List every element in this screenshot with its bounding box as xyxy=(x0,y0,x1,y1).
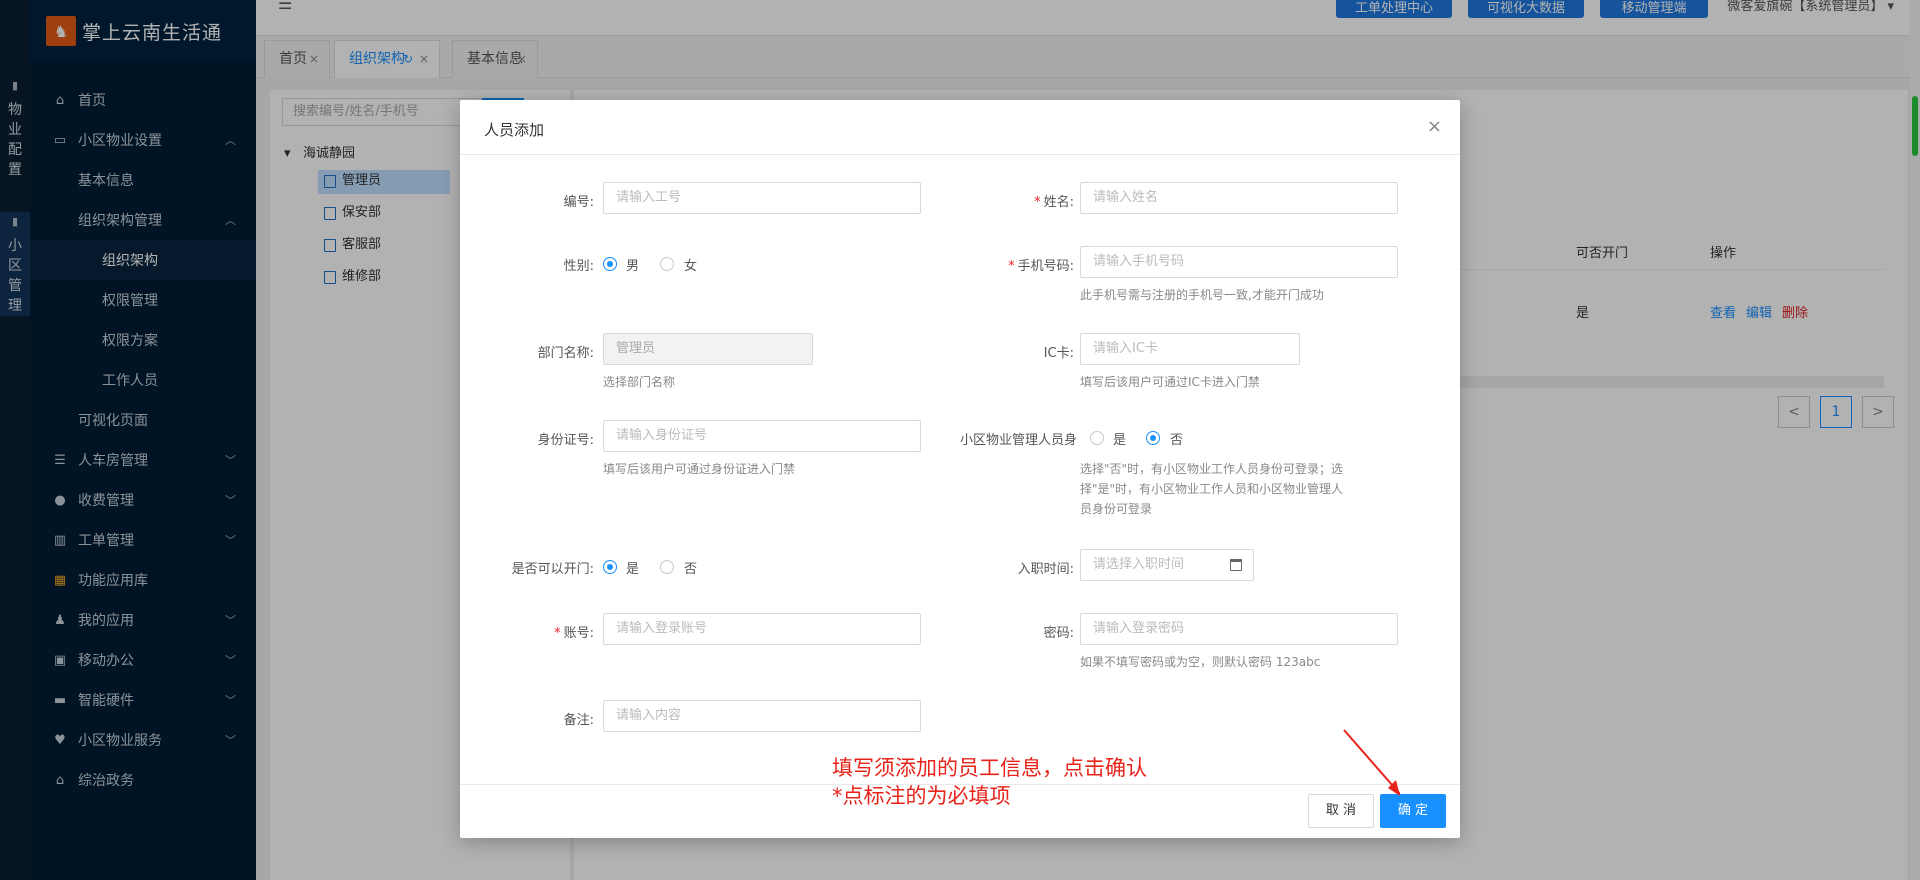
id-label: 编号: xyxy=(564,191,594,210)
gender-label: 性别: xyxy=(563,259,594,274)
add-person-dialog: 人员添加 × 编号: 请输入工号 * 姓名: 请输入姓名 性别: 男 女 * 手机号… xyxy=(460,100,1460,838)
ic-card-label: IC卡: xyxy=(1043,346,1074,361)
label-text: 账号: xyxy=(563,626,594,641)
manager-hint: 选择"否"时，有小区物业工作人员身份可登录；选 择"是"时，有小区物业工作人员和… xyxy=(1080,459,1410,519)
name-label: * 姓名: xyxy=(1034,191,1074,210)
label-text: 手机号码: xyxy=(1017,259,1074,274)
annotation-line: 填写须添加的员工信息，点击确认 xyxy=(832,756,1147,780)
radio-label: 否 xyxy=(684,562,698,577)
phone-label: * 手机号码: xyxy=(1008,255,1074,274)
close-icon[interactable]: × xyxy=(1427,116,1442,137)
hint-line: 择"是"时，有小区物业工作人员和小区物业管理人 xyxy=(1080,482,1344,496)
cancel-button[interactable]: 取 消 xyxy=(1308,794,1374,828)
hint-line: 选择"否"时，有小区物业工作人员身份可登录；选 xyxy=(1080,462,1344,476)
required-mark: * xyxy=(554,626,561,641)
ic-card-hint: 填写后该用户可通过IC卡进入门禁 xyxy=(1080,375,1260,389)
ic-card-input[interactable]: 请输入IC卡 xyxy=(1080,333,1300,365)
calendar-icon xyxy=(1230,559,1242,571)
gender-female-radio[interactable] xyxy=(660,257,674,271)
label-text: 编号: xyxy=(563,195,594,210)
id-card-input[interactable]: 请输入身份证号 xyxy=(603,420,921,452)
remark-label: 备注: xyxy=(563,713,594,728)
dialog-title: 人员添加 xyxy=(484,121,545,139)
name-input[interactable]: 请输入姓名 xyxy=(1080,182,1398,214)
password-label: 密码: xyxy=(1043,626,1074,641)
can-open-yes-radio[interactable] xyxy=(603,560,617,574)
required-mark: * xyxy=(1008,259,1015,274)
confirm-button[interactable]: 确 定 xyxy=(1380,794,1446,828)
password-input[interactable]: 请输入登录密码 xyxy=(1080,613,1398,645)
account-label: * 账号: xyxy=(554,622,594,641)
hire-date-picker[interactable]: 请选择入职时间 xyxy=(1080,549,1254,581)
dialog-header: 人员添加 × xyxy=(460,100,1460,155)
required-mark: * xyxy=(1034,195,1041,210)
radio-label: 否 xyxy=(1170,433,1184,448)
tutorial-annotation: 填写须添加的员工信息，点击确认 *点标注的为必填项 xyxy=(832,754,1147,810)
can-open-no-radio[interactable] xyxy=(660,560,674,574)
hire-date-label: 入职时间: xyxy=(1017,562,1074,577)
label-text: 姓名: xyxy=(1043,195,1074,210)
manager-identity-label: 小区物业管理人员身 xyxy=(960,433,1078,448)
placeholder-text: 请选择入职时间 xyxy=(1093,557,1185,572)
app-root: ▮ 物 业 配 置 ▮ 小 区 管 理 ♞ 掌上云南生活通 ⌂ 首页 ▭ 小区物业设… xyxy=(0,0,1920,880)
password-hint: 如果不填写密码或为空，则默认密码 123abc xyxy=(1080,655,1321,669)
dept-hint: 选择部门名称 xyxy=(603,375,676,389)
account-input[interactable]: 请输入登录账号 xyxy=(603,613,921,645)
radio-label: 男 xyxy=(626,259,640,274)
annotation-arrow-icon xyxy=(1343,729,1400,796)
radio-label: 女 xyxy=(684,259,698,274)
annotation-line: *点标注的为必填项 xyxy=(832,784,1011,808)
id-card-hint: 填写后该用户可通过身份证进入门禁 xyxy=(603,462,796,476)
id-input[interactable]: 请输入工号 xyxy=(603,182,921,214)
id-card-label: 身份证号: xyxy=(537,433,594,448)
manager-no-radio[interactable] xyxy=(1146,431,1160,445)
hint-line: 员身份可登录 xyxy=(1080,502,1153,516)
phone-hint: 此手机号需与注册的手机号一致,才能开门成功 xyxy=(1080,288,1324,302)
dept-input[interactable]: 管理员 xyxy=(603,333,813,365)
phone-input[interactable]: 请输入手机号码 xyxy=(1080,246,1398,278)
radio-label: 是 xyxy=(1113,433,1127,448)
dept-label: 部门名称: xyxy=(537,346,594,361)
can-open-label: 是否可以开门: xyxy=(511,562,594,577)
gender-male-radio[interactable] xyxy=(603,257,617,271)
remark-input[interactable]: 请输入内容 xyxy=(603,700,921,732)
manager-yes-radio[interactable] xyxy=(1090,431,1104,445)
radio-label: 是 xyxy=(626,562,640,577)
